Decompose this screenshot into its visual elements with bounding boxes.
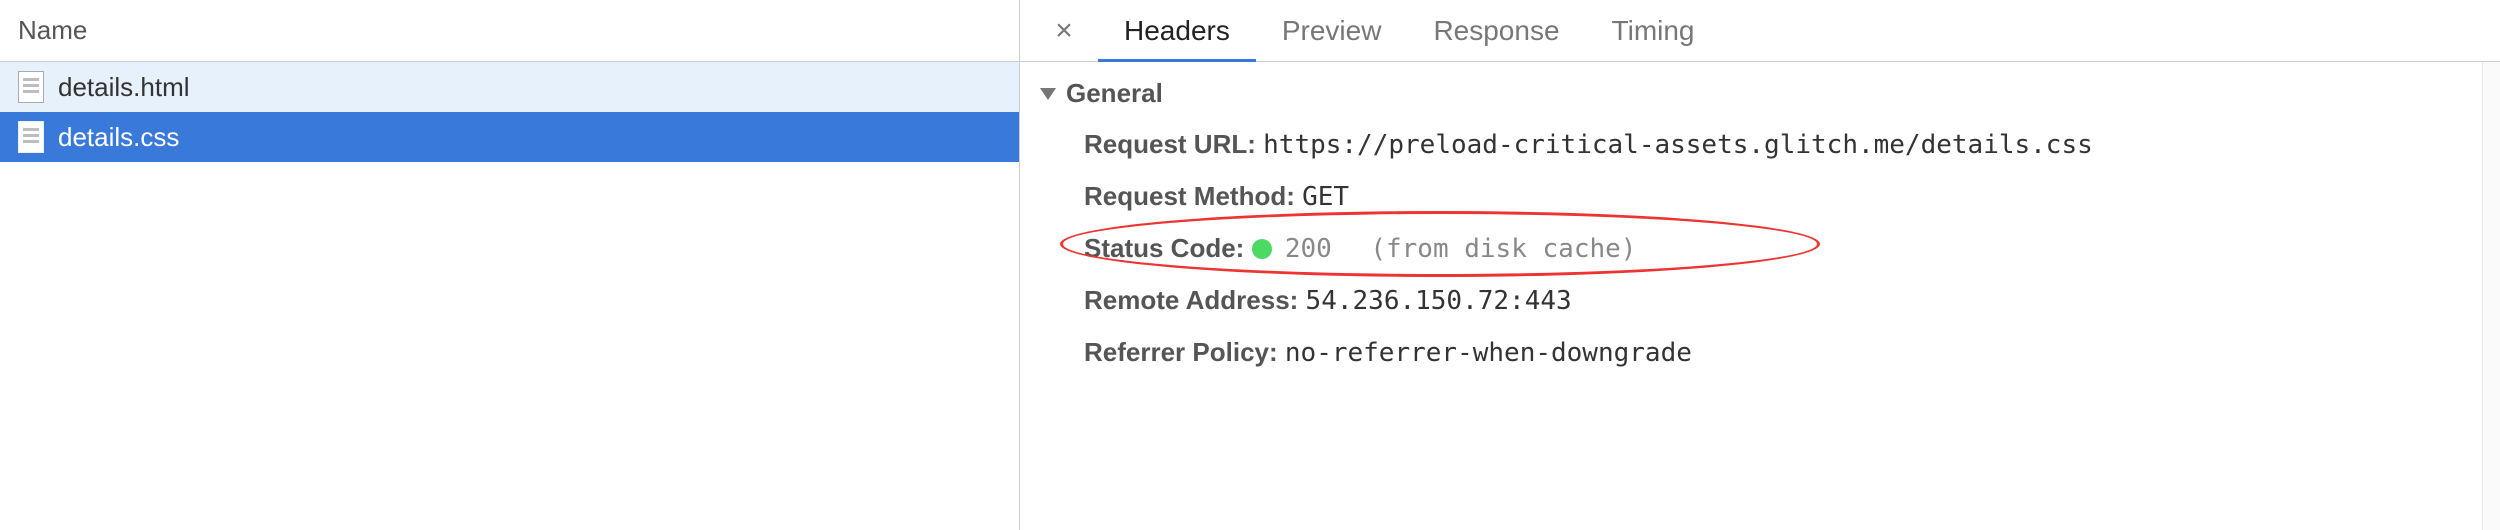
file-name: details.html: [58, 72, 190, 103]
remote-address-row: Remote Address: 54.236.150.72:443: [1040, 275, 2480, 327]
general-section-title: General: [1066, 78, 1163, 109]
request-url-row: Request URL: https://preload-critical-as…: [1040, 119, 2480, 171]
network-file-pane: Name details.html details.css: [0, 0, 1020, 530]
tab-preview[interactable]: Preview: [1256, 0, 1408, 62]
file-row-details-css[interactable]: details.css: [0, 112, 1019, 162]
status-code-value: 200: [1285, 234, 1332, 264]
file-icon: [18, 71, 44, 103]
tab-response[interactable]: Response: [1407, 0, 1585, 62]
request-details-pane: × Headers Preview Response Timing Genera…: [1020, 0, 2500, 530]
close-details-button[interactable]: ×: [1040, 14, 1088, 48]
disclosure-triangle-down-icon: [1040, 88, 1056, 100]
referrer-policy-row: Referrer Policy: no-referrer-when-downgr…: [1040, 327, 2480, 379]
close-icon: ×: [1055, 14, 1073, 47]
details-tabbar: × Headers Preview Response Timing: [1020, 0, 2500, 62]
headers-content: General Request URL: https://preload-cri…: [1020, 62, 2500, 530]
general-section-toggle[interactable]: General: [1040, 78, 2480, 109]
file-row-details-html[interactable]: details.html: [0, 62, 1019, 112]
status-code-note: (from disk cache): [1339, 234, 1636, 264]
request-method-row: Request Method: GET: [1040, 171, 2480, 223]
status-dot-icon: [1252, 239, 1272, 259]
remote-address-label: Remote Address:: [1084, 285, 1298, 315]
file-name: details.css: [58, 122, 179, 153]
referrer-policy-label: Referrer Policy:: [1084, 337, 1278, 367]
tab-label: Timing: [1612, 15, 1695, 46]
file-list: details.html details.css: [0, 62, 1019, 530]
vertical-scrollbar[interactable]: [2482, 62, 2500, 530]
remote-address-value: 54.236.150.72:443: [1306, 286, 1572, 316]
file-icon: [18, 121, 44, 153]
request-method-label: Request Method:: [1084, 181, 1295, 211]
name-column-header[interactable]: Name: [0, 0, 1019, 62]
tab-label: Preview: [1282, 15, 1382, 46]
tab-label: Headers: [1124, 15, 1230, 46]
request-url-value[interactable]: https://preload-critical-assets.glitch.m…: [1263, 130, 2093, 160]
name-column-header-label: Name: [18, 15, 87, 46]
tab-headers[interactable]: Headers: [1098, 0, 1256, 62]
tab-timing[interactable]: Timing: [1586, 0, 1721, 62]
status-code-label: Status Code:: [1084, 233, 1244, 263]
request-method-value: GET: [1302, 182, 1349, 212]
referrer-policy-value: no-referrer-when-downgrade: [1285, 338, 1692, 368]
status-code-row: Status Code: 200 (from disk cache): [1040, 223, 2480, 275]
tab-label: Response: [1433, 15, 1559, 46]
request-url-label: Request URL:: [1084, 129, 1256, 159]
